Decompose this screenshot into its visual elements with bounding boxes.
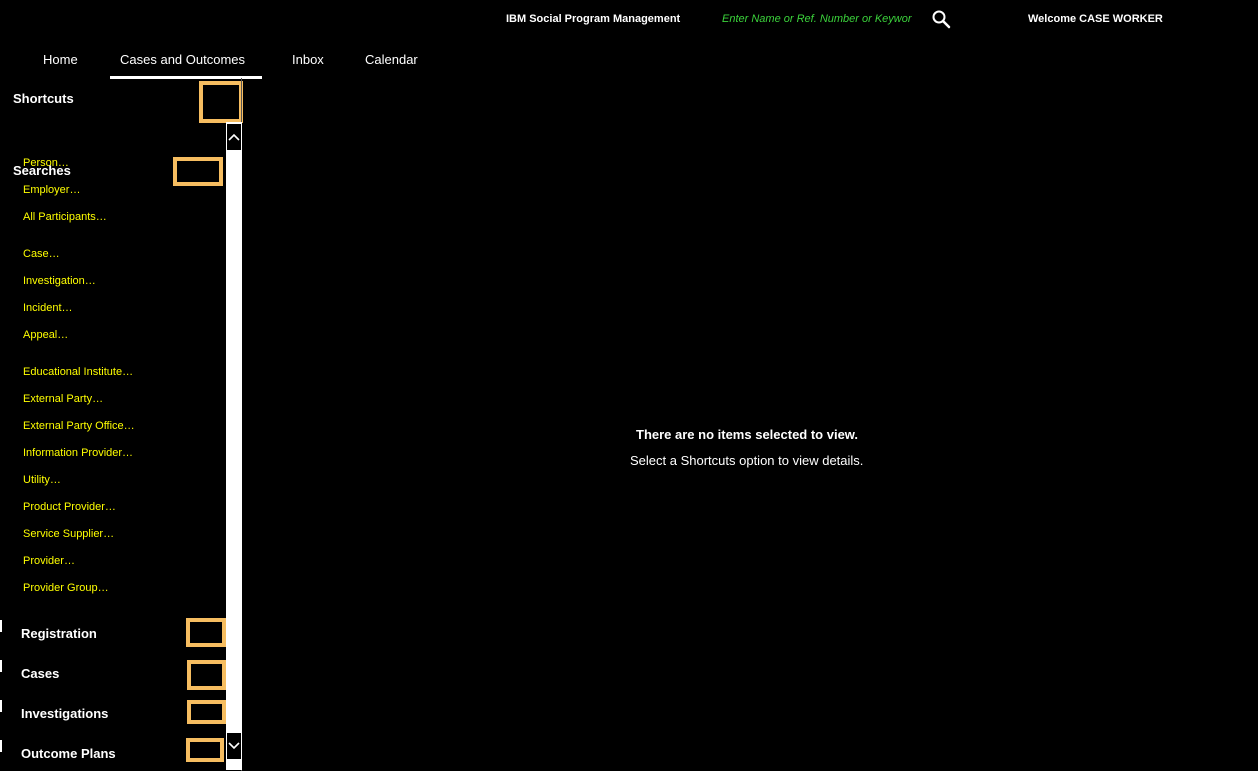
cases-expand-toggle[interactable]: [187, 660, 226, 690]
chevron-down-icon: [228, 742, 240, 750]
scroll-up-button[interactable]: [227, 124, 241, 150]
empty-state-subtitle: Select a Shortcuts option to view detail…: [630, 453, 864, 468]
search-button[interactable]: [930, 9, 954, 31]
search-link-appeal[interactable]: Appeal…: [23, 329, 68, 341]
tab-cases-and-outcomes[interactable]: Cases and Outcomes: [120, 52, 245, 67]
search-link-service-supplier[interactable]: Service Supplier…: [23, 528, 114, 540]
empty-state-title: There are no items selected to view.: [636, 427, 859, 442]
sidebar-scrollbar[interactable]: [226, 122, 242, 770]
section-marker: [0, 700, 2, 712]
section-marker: [0, 740, 2, 752]
search-link-educational-institute[interactable]: Educational Institute…: [23, 366, 133, 378]
tab-home[interactable]: Home: [43, 52, 78, 67]
search-link-information-provider[interactable]: Information Provider…: [23, 447, 133, 459]
tab-calendar[interactable]: Calendar: [365, 52, 418, 67]
active-tab-indicator: [110, 76, 262, 79]
registration-expand-toggle[interactable]: [186, 618, 226, 647]
shortcuts-collapse-toggle[interactable]: [199, 81, 243, 123]
section-marker: [0, 620, 2, 632]
search-link-investigation[interactable]: Investigation…: [23, 275, 96, 287]
search-link-external-party-office[interactable]: External Party Office…: [23, 420, 135, 432]
search-icon: [932, 10, 951, 29]
search-link-provider[interactable]: Provider…: [23, 555, 75, 567]
search-input[interactable]: [720, 10, 930, 28]
search-link-utility[interactable]: Utility…: [23, 474, 61, 486]
section-investigations[interactable]: Investigations: [21, 706, 108, 721]
search-link-all-participants[interactable]: All Participants…: [23, 211, 107, 223]
search-link-provider-group[interactable]: Provider Group…: [23, 582, 109, 594]
search-link-case[interactable]: Case…: [23, 248, 60, 260]
outcome-plans-expand-toggle[interactable]: [186, 738, 224, 762]
searches-title: Searches: [13, 163, 71, 178]
section-marker: [0, 660, 2, 672]
search-link-incident[interactable]: Incident…: [23, 302, 73, 314]
shortcuts-title: Shortcuts: [13, 91, 74, 106]
section-outcome-plans[interactable]: Outcome Plans: [21, 746, 116, 761]
chevron-up-icon: [228, 133, 240, 141]
scroll-down-button[interactable]: [227, 733, 241, 759]
search-link-product-provider[interactable]: Product Provider…: [23, 501, 116, 513]
welcome-text[interactable]: Welcome CASE WORKER: [1028, 13, 1163, 25]
search-link-external-party[interactable]: External Party…: [23, 393, 103, 405]
investigations-expand-toggle[interactable]: [187, 700, 226, 724]
tab-inbox[interactable]: Inbox: [292, 52, 324, 67]
section-registration[interactable]: Registration: [21, 626, 97, 641]
searches-collapse-toggle[interactable]: [173, 157, 223, 186]
section-cases[interactable]: Cases: [21, 666, 59, 681]
search-link-employer[interactable]: Employer…: [23, 184, 80, 196]
app-title: IBM Social Program Management: [506, 13, 681, 25]
